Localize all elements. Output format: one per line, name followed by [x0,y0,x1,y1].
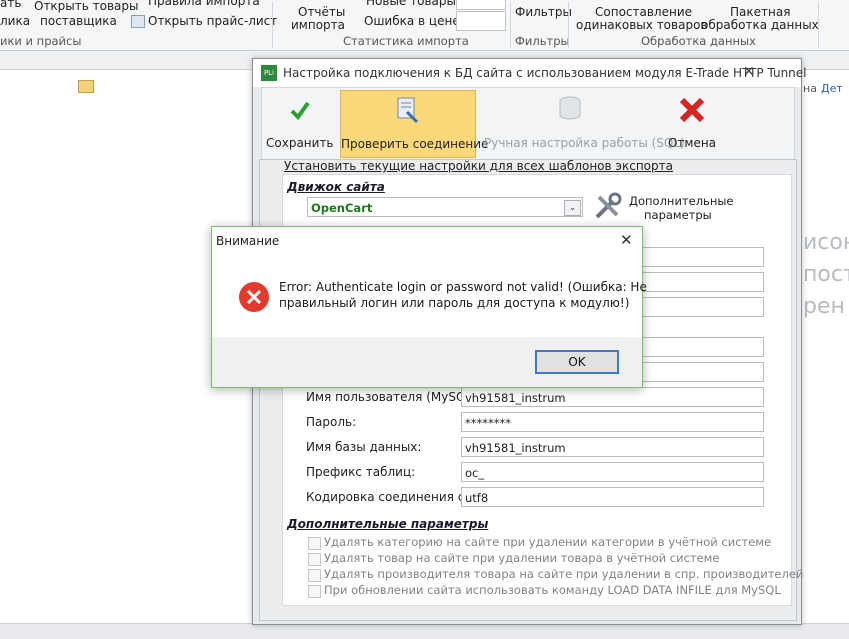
ribbon-separator [272,2,273,48]
save-button[interactable]: Сохранить [266,90,334,156]
dialog-toolbar: Сохранить Проверить соединение Ручная на… [261,87,795,161]
tools-icon[interactable] [593,191,623,221]
manual-sql-button[interactable]: Ручная настройка работы (SQL) [484,90,685,156]
checkmark-icon [290,101,310,120]
new-goods-label: Новые товары [366,0,456,8]
checkbox-label: Удалять товар на сайте при удалении това… [324,551,720,565]
connection-check-icon [397,97,419,124]
checkbox-label: Удалять категорию на сайте при удалении … [324,535,772,549]
extra-params-label[interactable]: Дополнительные [629,194,734,208]
details-link[interactable]: Дет [821,82,843,95]
reports-button-label[interactable]: Отчёты [298,5,345,19]
price-error-label: Ошибка в цене [364,14,460,28]
dialog-titlebar: PLi Настройка подключения к БД сайта с и… [253,59,807,87]
checkbox[interactable] [308,585,321,598]
filters-button[interactable]: Фильтры [515,5,572,19]
ribbon-fragment[interactable]: ать [0,0,21,10]
status-bar [0,623,849,639]
reports-button-label-2[interactable]: импорта [291,18,345,32]
encoding-field[interactable]: utf8 [461,487,764,507]
cancel-x-icon [679,97,705,123]
save-button-label: Сохранить [266,136,334,150]
ribbon-separator [568,2,569,48]
batch-button-label-2[interactable]: обработка данных [701,18,819,32]
import-rules-button[interactable]: Правила импорта [148,0,260,8]
new-goods-field [456,0,506,10]
background-link[interactable]: на [803,82,817,95]
cancel-label: Отмена [667,136,717,150]
manual-sql-label: Ручная настройка работы (SQL) [484,136,685,150]
mysql-user-field[interactable]: vh91581_instrum [461,387,764,407]
ribbon-group-stats: Статистика импорта [343,34,469,48]
table-prefix-label: Префикс таблиц: [306,465,416,479]
db-name-field[interactable]: vh91581_instrum [461,437,764,457]
modal-message-line-2: правильный логин или пароль для доступа … [279,296,630,310]
ribbon-group-filters: Фильтры [515,34,570,48]
open-price-list-button[interactable]: Открыть прайс-лист [148,14,277,28]
ribbon-separator [510,2,511,48]
checkbox[interactable] [308,569,321,582]
ribbon-separator [818,2,819,48]
dialog-title: Настройка подключения к БД сайта с испол… [283,66,807,80]
additional-section-title: Дополнительные параметры [287,517,489,531]
extra-params-label-2[interactable]: параметры [644,208,712,222]
background-text: рен [803,294,845,319]
open-goods-button-label[interactable]: Открыть товары [34,0,139,13]
chevron-down-icon[interactable]: ⌄ [564,200,581,216]
compare-button-label[interactable]: Сопоставление [595,5,692,19]
table-prefix-field[interactable]: oc_ [461,462,764,482]
batch-button-label[interactable]: Пакетная [730,5,790,19]
ribbon-group-label: ики и прайсы [0,34,82,48]
engine-section-title: Движок сайта [287,180,385,194]
ribbon-fragment-2[interactable]: лика [0,14,30,28]
checkbox-label: Удалять производителя товара на сайте пр… [324,567,804,581]
mysql-user-label: Имя пользователя (MySQL): [306,390,481,404]
apply-all-link[interactable]: Установить текущие настройки для всех ша… [284,159,673,173]
error-icon [239,282,269,312]
modal-message-line-1: Error: Authenticate login or password no… [279,280,647,294]
open-goods-button-label-2[interactable]: поставщика [40,14,117,28]
check-connection-button[interactable]: Проверить соединение [340,90,489,158]
cancel-button[interactable]: Отмена [660,90,724,156]
dialog-close-icon[interactable]: ✕ [743,64,755,80]
ribbon: ать лика Открыть товары поставщика Прави… [0,0,849,51]
password-field[interactable]: ******** [461,412,764,432]
background-text: исон [803,230,849,255]
background-text: пост [803,262,849,287]
modal-title: Внимание [216,234,280,248]
folder-icon [78,80,94,93]
ribbon-group-data: Обработка данных [641,34,756,48]
price-error-field [456,11,506,31]
db-name-label: Имя базы данных: [306,440,422,454]
checkbox[interactable] [308,553,321,566]
price-list-icon [131,15,145,28]
compare-button-label-2[interactable]: одинаковых товаров [576,18,707,32]
checkbox-label: При обновлении сайта использовать команд… [324,583,781,597]
check-connection-label: Проверить соединение [341,137,489,151]
database-sql-icon [559,96,581,120]
password-label: Пароль: [306,415,357,429]
checkbox[interactable] [308,537,321,550]
warning-modal: Внимание ✕ Error: Authenticate login or … [211,226,647,388]
engine-select[interactable]: OpenCart [307,197,583,217]
app-icon: PLi [261,65,277,81]
ok-button[interactable]: OK [535,350,619,374]
close-icon[interactable]: ✕ [620,231,633,249]
